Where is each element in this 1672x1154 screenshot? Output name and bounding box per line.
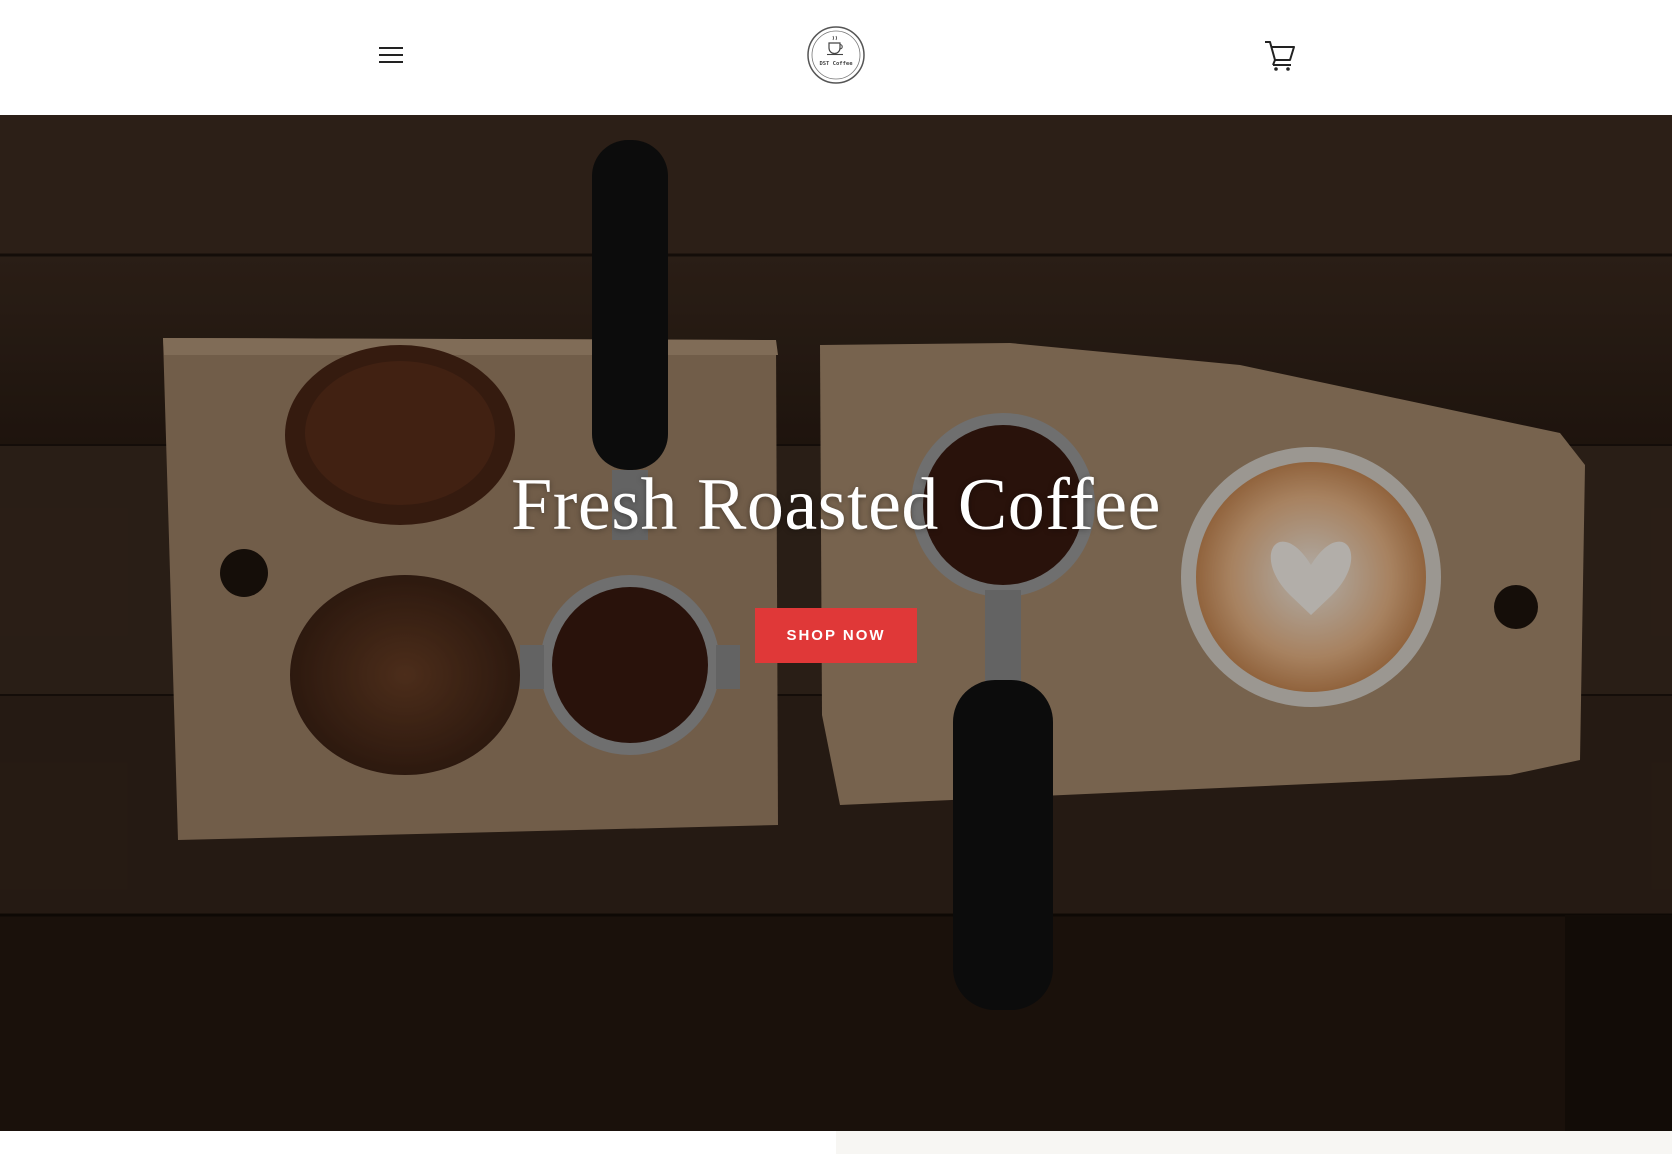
shop-now-button[interactable]: SHOP NOW <box>755 608 917 663</box>
site-logo[interactable]: DST Coffee <box>806 25 866 85</box>
logo-mark: DST Coffee <box>807 26 865 84</box>
site-header: DST Coffee <box>0 0 1672 115</box>
cart-button[interactable] <box>1263 36 1297 72</box>
menu-button[interactable] <box>373 38 409 72</box>
coffee-cup-icon <box>827 35 843 56</box>
hero-title: Fresh Roasted Coffee <box>511 464 1161 546</box>
page: DST Coffee Fresh Roasted Coffee SHOP NOW <box>0 0 1672 1154</box>
hamburger-menu-icon <box>379 47 403 63</box>
shopping-cart-icon <box>1265 41 1295 71</box>
hero-banner: Fresh Roasted Coffee SHOP NOW <box>0 115 1672 1131</box>
logo-text: DST Coffee <box>819 61 853 67</box>
bottom-strip <box>836 1131 1672 1154</box>
